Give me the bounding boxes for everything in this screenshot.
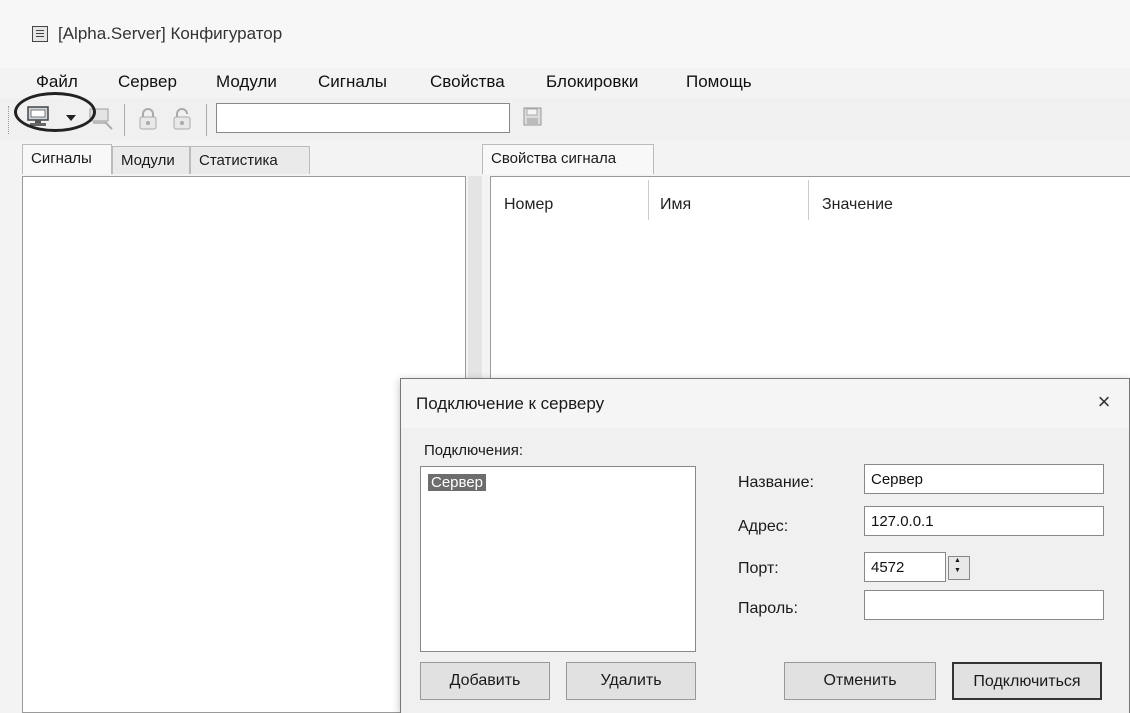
add-button[interactable]: Добавить [420,662,550,700]
port-field[interactable] [864,552,946,582]
name-label: Название: [738,474,814,491]
menu-file[interactable]: Файл [36,72,78,92]
column-header-value[interactable]: Значение [822,196,893,214]
toolbar-separator [206,104,207,136]
save-icon[interactable] [522,106,544,128]
column-separator [648,180,649,220]
cancel-button[interactable]: Отменить [784,662,936,700]
toolbar-search-input[interactable] [216,103,510,133]
menu-signals[interactable]: Сигналы [318,72,387,92]
menu-properties[interactable]: Свойства [430,72,505,92]
menu-locks[interactable]: Блокировки [546,72,638,92]
lock-icon[interactable] [136,106,160,132]
column-separator [808,180,809,220]
dialog-title: Подключение к серверу [416,394,605,413]
tab-modules[interactable]: Модули [112,146,190,174]
tab-signal-properties[interactable]: Свойства сигнала [482,144,654,174]
connect-button[interactable]: Подключиться [952,662,1102,700]
column-header-name[interactable]: Имя [660,196,691,214]
port-label: Порт: [738,560,779,577]
menu-help[interactable]: Помощь [686,72,752,92]
password-field[interactable] [864,590,1104,620]
port-stepper[interactable] [948,556,970,580]
delete-button[interactable]: Удалить [566,662,696,700]
connections-label: Подключения: [424,442,524,459]
tab-statistics[interactable]: Статистика [190,146,310,174]
menu-server[interactable]: Сервер [118,72,177,92]
column-header-number[interactable]: Номер [504,196,553,214]
name-field[interactable] [864,464,1104,494]
unlock-icon[interactable] [170,106,194,132]
address-field[interactable] [864,506,1104,536]
password-label: Пароль: [738,600,798,617]
toolbar-grip [8,106,12,134]
tab-signals[interactable]: Сигналы [22,144,112,174]
address-label: Адрес: [738,518,789,535]
highlight-circle [14,92,96,132]
menu-modules[interactable]: Модули [216,72,277,92]
connections-list[interactable] [420,466,696,652]
window-title: [Alpha.Server] Конфигуратор [58,24,283,43]
list-item[interactable]: Сервер [428,474,487,491]
app-icon [32,26,48,42]
close-icon[interactable]: × [1090,388,1118,416]
toolbar-separator [124,104,125,136]
